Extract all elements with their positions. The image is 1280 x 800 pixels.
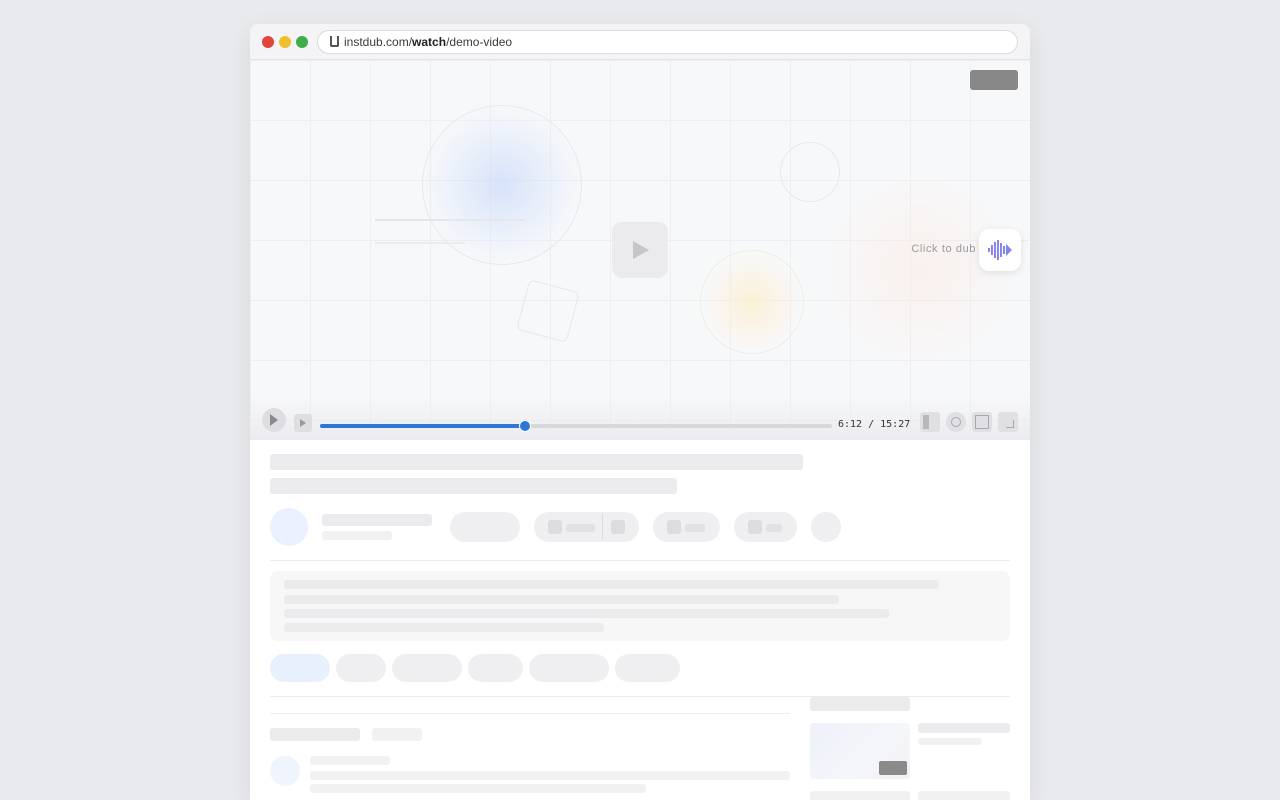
video-decor-line [375,219,525,221]
related-video-thumbnail[interactable] [810,791,910,800]
like-count-placeholder [566,524,595,532]
maximize-window-button[interactable] [296,36,308,48]
subscriber-count-placeholder [322,531,392,540]
settings-icon[interactable] [946,412,966,432]
channel-avatar[interactable] [270,508,308,546]
section-divider [270,560,1010,561]
progress-fill [320,424,525,428]
lock-icon [330,36,339,47]
player-controls: 6:12 / 15:27 [250,396,1030,440]
fullscreen-icon[interactable] [998,412,1018,432]
miniplayer-icon[interactable] [972,412,992,432]
related-video-thumbnail[interactable] [810,723,910,779]
related-video-title-placeholder[interactable] [918,723,1010,733]
minimize-window-button[interactable] [279,36,291,48]
comment-line [310,771,790,780]
next-icon[interactable] [294,414,312,432]
filter-chip[interactable] [468,654,523,682]
play-icon[interactable] [612,222,668,278]
related-video-meta-placeholder [918,738,982,745]
up-next-heading-placeholder [810,697,910,711]
comment-author-placeholder [310,756,390,765]
filter-chip[interactable] [529,654,609,682]
progress-knob[interactable] [518,420,531,432]
subscribe-button[interactable] [450,512,520,542]
subtitles-icon[interactable] [920,412,940,432]
close-window-button[interactable] [262,36,274,48]
browser-window: instdub.com/watch/demo-video Click to du… [250,24,1030,800]
title-placeholder [270,454,803,470]
channel-name-placeholder [322,514,432,526]
progress-bar[interactable] [320,420,832,432]
comment-line [310,784,646,793]
comments-count-placeholder [270,728,360,741]
more-options-button[interactable] [811,512,841,542]
dub-button[interactable] [979,229,1021,271]
description-line [284,595,839,604]
filter-chip[interactable] [392,654,462,682]
url-path-bold: watch [412,35,447,49]
comments-divider [270,713,790,714]
video-decor-line [375,242,465,244]
address-bar[interactable]: instdub.com/watch/demo-video [317,30,1018,54]
related-video-title-placeholder[interactable] [918,791,1010,800]
video-player[interactable]: Click to dub 6:12 / 15:27 [250,60,1030,440]
download-label-placeholder [766,524,782,532]
video-decor-circle [422,105,582,265]
filter-chip[interactable] [336,654,386,682]
download-icon [748,520,762,534]
share-label-placeholder [685,524,705,532]
comment-avatar [270,756,300,786]
waveform-icon [988,240,1012,260]
title-placeholder [270,478,677,494]
video-decor-circle [780,142,840,202]
dub-label: Click to dub [911,243,976,255]
video-decor-circle [700,250,804,354]
like-divider [602,514,603,540]
sort-by-placeholder[interactable] [372,728,422,741]
url-prefix: instdub.com/ [344,35,413,49]
video-corner-badge [970,70,1018,90]
time-display: 6:12 / 15:27 [838,419,911,430]
browser-titlebar: instdub.com/watch/demo-video [250,24,1030,60]
description-box[interactable] [270,571,1010,641]
description-line [284,623,604,632]
url-suffix: /demo-video [446,35,513,49]
dislike-icon [611,520,625,534]
play-icon[interactable] [262,408,286,432]
description-line [284,609,889,618]
duration-badge [879,761,907,775]
description-line [284,580,939,589]
like-icon [548,520,562,534]
filter-chip[interactable] [615,654,680,682]
filter-chip-active[interactable] [270,654,330,682]
share-icon [667,520,681,534]
